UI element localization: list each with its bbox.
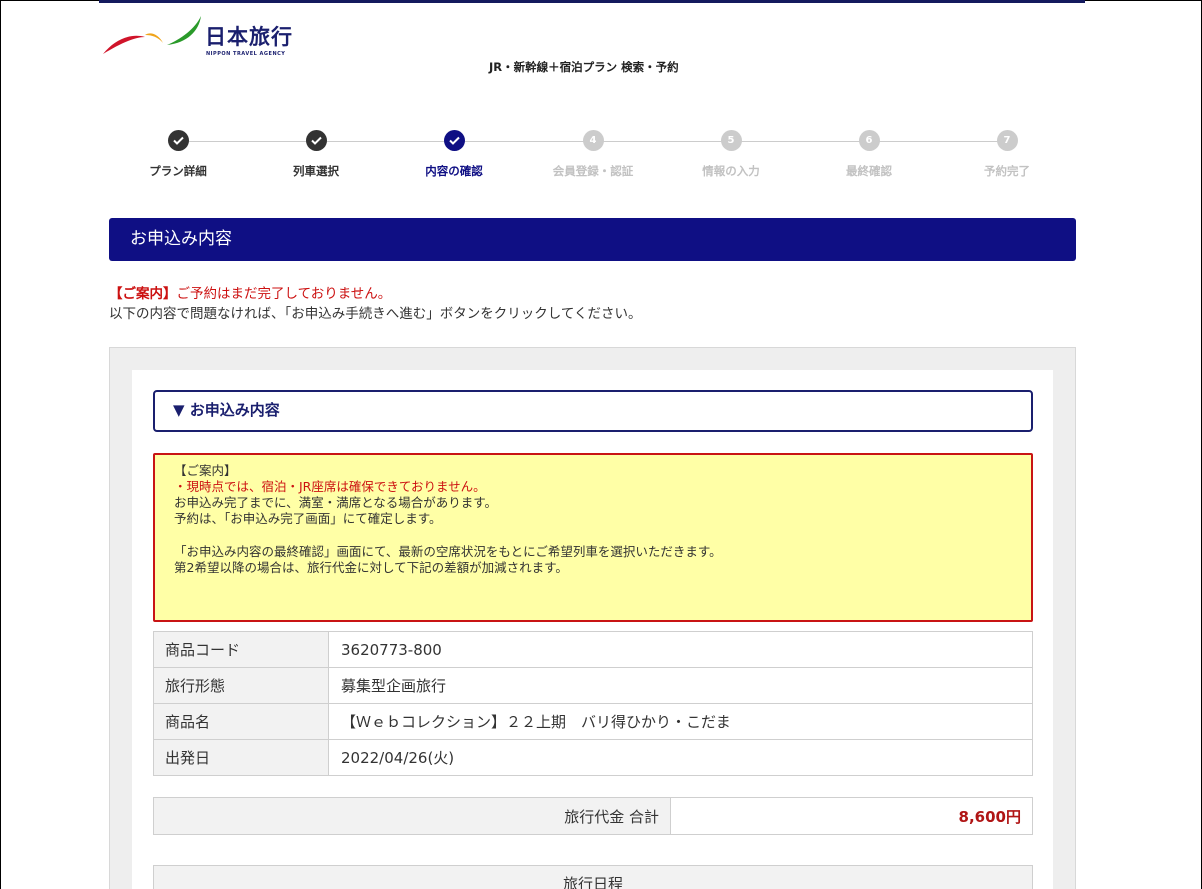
step-number: 4	[582, 130, 604, 151]
row-value: 2022/04/26(火)	[328, 739, 1033, 776]
caution-line: 予約は、「お申込み完了画面」にて確定します。	[174, 511, 442, 526]
step-label: プラン詳細	[149, 164, 207, 178]
check-icon	[443, 130, 465, 151]
row-key: 旅行形態	[153, 667, 329, 704]
caution-line: お申込み完了までに、満室・満席となる場合があります。	[174, 495, 498, 510]
logo[interactable]: 日本旅行 NIPPON TRAVEL AGENCY	[101, 13, 301, 61]
check-icon	[167, 130, 189, 151]
product-info-table: 商品コード 3620773-800 旅行形態 募集型企画旅行 商品名 【Ｗｅｂコ…	[153, 631, 1033, 776]
row-value: 募集型企画旅行	[328, 667, 1033, 704]
table-row: 旅行代金 合計 8,600円	[153, 797, 1033, 835]
step-label: 最終確認	[846, 164, 892, 178]
caution-title: 【ご案内】	[174, 463, 237, 478]
top-rule	[99, 0, 1085, 3]
step-5: 5 情報の入力	[661, 130, 801, 179]
step-label: 会員登録・認証	[552, 164, 634, 178]
row-key: 出発日	[153, 739, 329, 776]
step-label: 予約完了	[984, 164, 1030, 178]
step-label: 情報の入力	[702, 164, 760, 178]
total-price-value: 8,600円	[670, 797, 1033, 835]
step-number: 7	[996, 130, 1018, 151]
itinerary-header: 旅行日程	[153, 865, 1033, 889]
step-7: 7 予約完了	[937, 130, 1077, 179]
notice-warning: ご予約はまだ完了しておりません。	[176, 286, 392, 302]
step-number: 6	[858, 130, 880, 151]
table-row: 商品名 【Ｗｅｂコレクション】２２上期 バリ得ひかり・こだま	[153, 703, 1033, 740]
row-value: 【Ｗｅｂコレクション】２２上期 バリ得ひかり・こだま	[328, 703, 1033, 740]
caution-box: 【ご案内】 ・現時点では、宿泊・JR座席は確保できておりません。 お申込み完了ま…	[153, 453, 1033, 622]
logo-swoosh-icon	[103, 16, 201, 54]
row-key: 商品コード	[153, 631, 329, 668]
caution-line: 第2希望以降の場合は、旅行代金に対して下記の差額が加減されます。	[174, 560, 568, 575]
progress-stepper: プラン詳細 列車選択 内容の確認 4 会員登録・認証 5 情報の入力 6 最終確認 7 予約完了	[110, 128, 1076, 188]
caution-line: 「お申込み内容の最終確認」画面にて、最新の空席状況をもとにご希望列車を選択いただ…	[174, 544, 722, 559]
step-2: 列車選択	[246, 130, 386, 179]
table-row: 出発日 2022/04/26(火)	[153, 739, 1033, 776]
notice: 【ご案内】ご予約はまだ完了しておりません。 以下の内容で問題なければ、「お申込み…	[109, 284, 641, 324]
section-title-bar: お申込み内容	[109, 218, 1076, 261]
row-value: 3620773-800	[328, 631, 1033, 668]
row-key: 商品名	[153, 703, 329, 740]
table-row: 商品コード 3620773-800	[153, 631, 1033, 668]
logo-subtext: NIPPON TRAVEL AGENCY	[206, 51, 286, 57]
total-price-label: 旅行代金 合計	[153, 797, 671, 835]
table-row: 旅行形態 募集型企画旅行	[153, 667, 1033, 704]
logo-text: 日本旅行	[205, 25, 293, 49]
page-header-title: JR・新幹線＋宿泊プラン 検索・予約	[489, 60, 679, 74]
caution-red-line: ・現時点では、宿泊・JR座席は確保できておりません。	[174, 479, 486, 494]
step-label: 内容の確認	[425, 164, 483, 178]
step-3: 内容の確認	[384, 130, 524, 179]
step-6: 6 最終確認	[799, 130, 939, 179]
step-label: 列車選択	[293, 164, 339, 178]
notice-tag: 【ご案内】	[109, 286, 177, 302]
application-details-toggle[interactable]: ▼ お申込み内容	[153, 390, 1033, 432]
step-1: プラン詳細	[108, 130, 248, 179]
check-icon	[305, 130, 327, 151]
total-price-table: 旅行代金 合計 8,600円	[153, 797, 1033, 835]
notice-instruction: 以下の内容で問題なければ、「お申込み手続きへ進む」ボタンをクリックしてください。	[109, 306, 642, 322]
step-4: 4 会員登録・認証	[523, 130, 663, 179]
step-number: 5	[720, 130, 742, 151]
